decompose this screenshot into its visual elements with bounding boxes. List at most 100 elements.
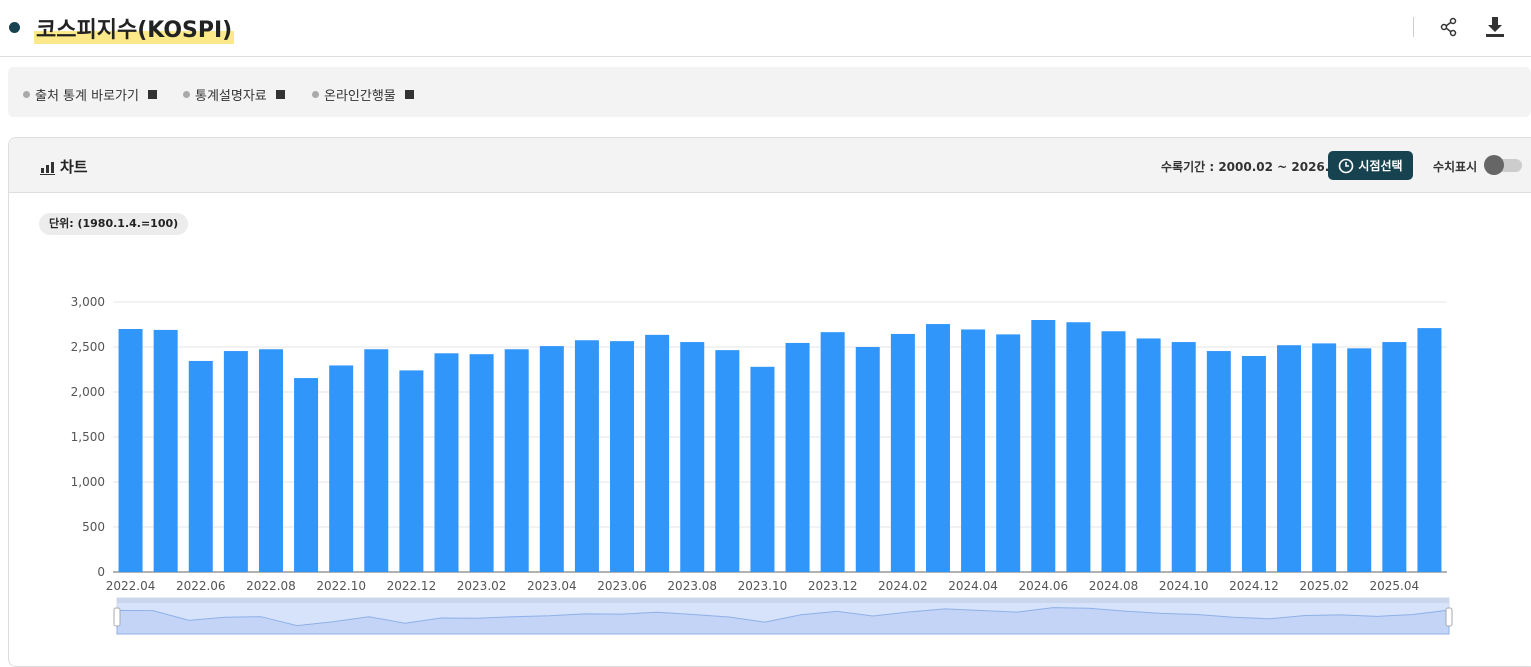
x-tick-label: 2025.02 [1299,579,1349,593]
slider-right-handle[interactable] [1445,607,1453,627]
bar-2023.01[interactable] [434,353,459,572]
bar-2022.04[interactable] [118,329,143,572]
bar-chart: 0 500 1,000 1,500 2,000 2,500 3,000 2022.04 2022… [71,295,1453,635]
page-title: 코스피지수(KOSPI) [34,12,235,44]
x-tick-label: 2023.02 [457,579,507,593]
bar-2022.09[interactable] [294,378,319,572]
bar-2022.05[interactable] [153,329,178,572]
x-tick-label: 2023.06 [597,579,647,593]
x-tick-label: 2022.04 [106,579,156,593]
bullet-icon [23,91,30,98]
share-icon [1440,17,1457,37]
select-period-button[interactable]: 시점선택 [1328,151,1413,180]
bar-2024.03[interactable] [925,324,950,572]
bar-2022.12[interactable] [399,370,424,572]
bar-2023.10[interactable] [750,366,775,572]
unit-badge: 단위: (1980.1.4.=100) [39,213,189,235]
collection-period: 수록기간 : 2000.02 ~ 2026.01 [1161,160,1347,174]
bar-2023.02[interactable] [469,354,494,572]
bar-chart-icon [40,161,55,175]
bar-2023.09[interactable] [715,350,740,572]
y-tick-label: 2,000 [71,385,105,399]
y-tick-label: 3,000 [71,295,105,309]
x-tick-label: 2024.02 [878,579,928,593]
download-icon [1486,17,1504,37]
x-tick-label: 2024.08 [1089,579,1139,593]
external-link-icon [275,90,285,99]
bar-2022.10[interactable] [329,365,354,572]
bar-2023.06[interactable] [610,341,635,572]
chart-title: 차트 [60,158,88,176]
divider [1413,17,1414,37]
bullet-icon [183,91,190,98]
y-tick-label: 0 [97,565,105,579]
chart-heading: 차트 [39,156,88,177]
bar-2023.12[interactable] [820,332,845,572]
x-tick-label: 2022.08 [246,579,296,593]
bar-2024.11[interactable] [1206,351,1231,572]
y-tick-label: 500 [82,520,105,534]
y-tick-label: 1,000 [71,475,105,489]
external-link-icon [404,90,414,99]
link-label: 출처 통계 바로가기 [35,89,139,104]
bar-2022.07[interactable] [223,351,248,572]
bar-2024.02[interactable] [890,333,915,572]
link-label: 온라인간행물 [324,89,396,104]
bar-2024.06[interactable] [1031,320,1056,572]
bar-2023.03[interactable] [504,349,529,572]
title-bar: 코스피지수(KOSPI) [0,0,1531,57]
title-bullet [9,22,20,33]
bar-2022.06[interactable] [188,360,213,572]
bullet-icon [312,91,319,98]
link-label: 통계설명자료 [195,89,267,104]
bar-2023.05[interactable] [574,340,599,572]
bar-2025.02[interactable] [1312,343,1337,572]
y-tick-label: 2,500 [71,340,105,354]
links-bar: 출처 통계 바로가기 통계설명자료 온라인간행물 [8,67,1531,117]
bar-2024.09[interactable] [1136,338,1161,572]
bar-2024.07[interactable] [1066,322,1091,572]
y-tick-label: 1,500 [71,430,105,444]
bar-2025.01[interactable] [1277,345,1302,572]
bar-2024.01[interactable] [855,347,880,572]
bar-2023.11[interactable] [785,342,810,572]
x-tick-label: 2025.04 [1370,579,1420,593]
online-publication-link[interactable]: 온라인간행물 [312,85,414,104]
bar-2022.11[interactable] [364,349,389,572]
x-tick-label: 2024.12 [1229,579,1279,593]
x-tick-label: 2024.04 [948,579,998,593]
x-tick-label: 2022.10 [316,579,366,593]
bar-2024.08[interactable] [1101,331,1126,572]
select-period-label: 시점선택 [1358,159,1403,173]
external-link-icon [147,90,157,99]
bar-2024.10[interactable] [1171,342,1196,572]
bar-2023.04[interactable] [539,346,564,572]
x-tick-label: 2023.12 [808,579,858,593]
bar-2023.08[interactable] [680,342,705,572]
clock-icon [1339,158,1354,173]
range-slider-handle-bar[interactable] [117,598,1449,603]
source-stat-link[interactable]: 출처 통계 바로가기 [23,85,157,104]
x-tick-label: 2024.10 [1159,579,1209,593]
bar-2025.05[interactable] [1417,328,1442,572]
x-tick-label: 2023.10 [738,579,788,593]
bar-2024.05[interactable] [996,334,1021,572]
show-values-label: 수치표시 [1433,160,1478,174]
bar-2025.03[interactable] [1347,348,1372,572]
x-tick-label: 2023.08 [667,579,717,593]
bar-2024.04[interactable] [961,329,986,572]
bar-2024.12[interactable] [1241,356,1266,572]
share-button[interactable] [1436,14,1462,40]
bar-2022.08[interactable] [258,349,283,572]
slider-left-handle[interactable] [113,607,121,627]
chart-card-header: 차트 수록기간 : 2000.02 ~ 2026.01 시점선택 수치표시 [9,138,1531,193]
show-values-toggle[interactable] [1484,155,1522,175]
x-tick-label: 2023.04 [527,579,577,593]
x-tick-label: 2024.06 [1018,579,1068,593]
download-button[interactable] [1482,14,1508,40]
bar-2025.04[interactable] [1382,342,1407,572]
bar-2023.07[interactable] [645,334,670,572]
stat-description-link[interactable]: 통계설명자료 [183,85,285,104]
x-tick-label: 2022.12 [387,579,437,593]
x-tick-label: 2022.06 [176,579,226,593]
